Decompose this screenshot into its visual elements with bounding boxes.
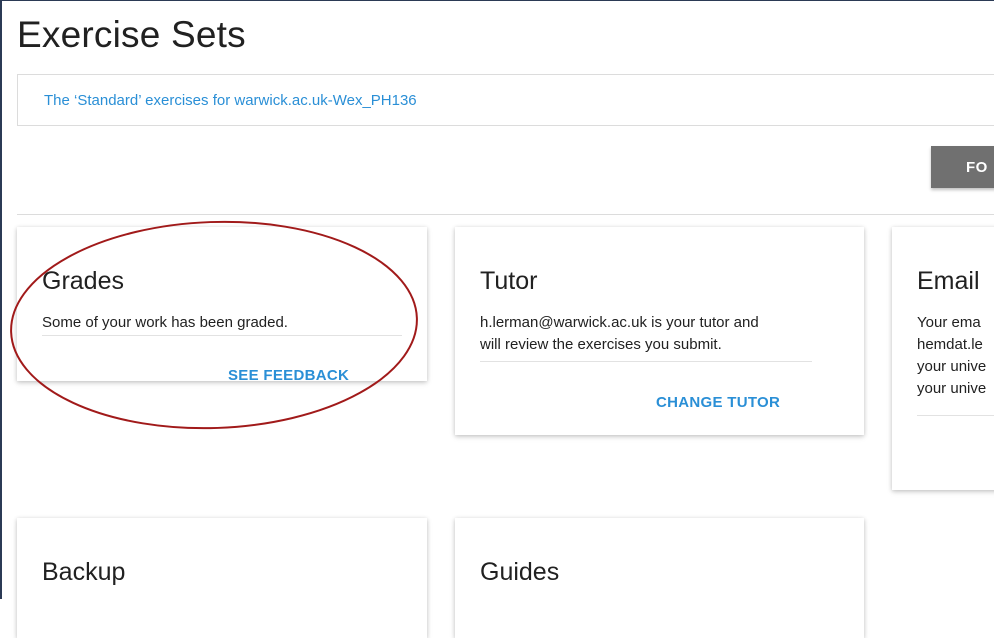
guides-card-title: Guides (480, 558, 560, 586)
email-card-text-line: hemdat.le (917, 336, 983, 353)
tutor-card-text-line: h.lerman@warwick.ac.uk is your tutor and (480, 314, 759, 331)
exercise-set-panel: The ‘Standard’ exercises for warwick.ac.… (17, 74, 994, 126)
see-feedback-button[interactable]: SEE FEEDBACK (228, 367, 349, 384)
tutor-card-divider (480, 361, 812, 362)
tutor-card-text-line: will review the exercises you submit. (480, 336, 722, 353)
grades-card-text: Some of your work has been graded. (42, 314, 288, 331)
window-frame-left (0, 0, 2, 599)
page-title: Exercise Sets (17, 14, 246, 55)
backup-card: Backup (17, 518, 427, 638)
change-tutor-button[interactable]: CHANGE TUTOR (656, 394, 780, 411)
email-card-title: Email (917, 267, 980, 295)
tutor-card-title: Tutor (480, 267, 538, 295)
grades-card: Grades Some of your work has been graded… (17, 227, 427, 384)
email-card-text-line: your unive (917, 358, 987, 375)
tutor-card: Tutor h.lerman@warwick.ac.uk is your tut… (455, 227, 864, 435)
email-card: Email Your ema hemdat.le your unive your… (892, 227, 994, 490)
backup-card-title: Backup (42, 558, 126, 586)
window-frame-top (0, 0, 994, 1)
exercise-set-link[interactable]: The ‘Standard’ exercises for warwick.ac.… (44, 92, 417, 109)
email-card-text-line: your unive (917, 380, 987, 397)
guides-card: Guides (455, 518, 864, 638)
top-action-button[interactable]: FO (931, 146, 994, 188)
grades-card-divider (42, 335, 402, 336)
email-card-text-line: Your ema (917, 314, 981, 331)
section-divider (17, 214, 994, 215)
email-card-divider (917, 415, 994, 416)
tutor-card-text: h.lerman@warwick.ac.uk is your tutor and… (480, 312, 759, 356)
email-card-text: Your ema hemdat.le your unive your unive (917, 312, 986, 400)
grades-card-title: Grades (42, 267, 124, 295)
